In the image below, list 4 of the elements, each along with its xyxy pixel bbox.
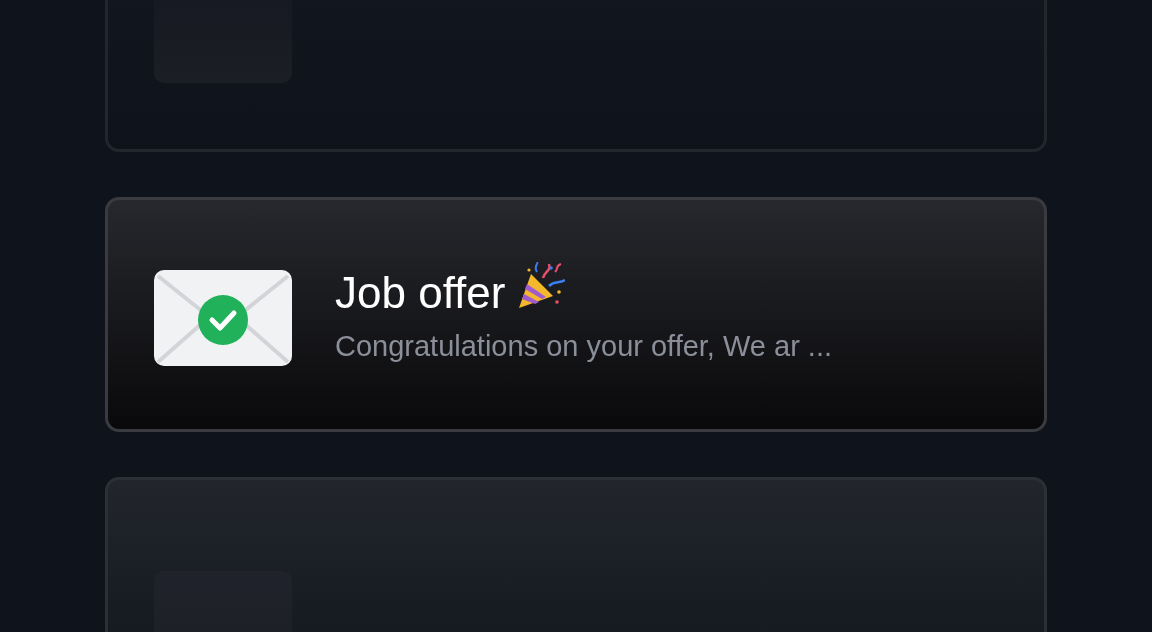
message-title: Job offer (335, 266, 506, 319)
card[interactable]: Job offer Congratulations on your offer, We ar ... (105, 197, 1047, 432)
envelope-check-icon (154, 269, 292, 366)
message-preview: Congratulations on your offer, We ar ... (335, 328, 833, 364)
